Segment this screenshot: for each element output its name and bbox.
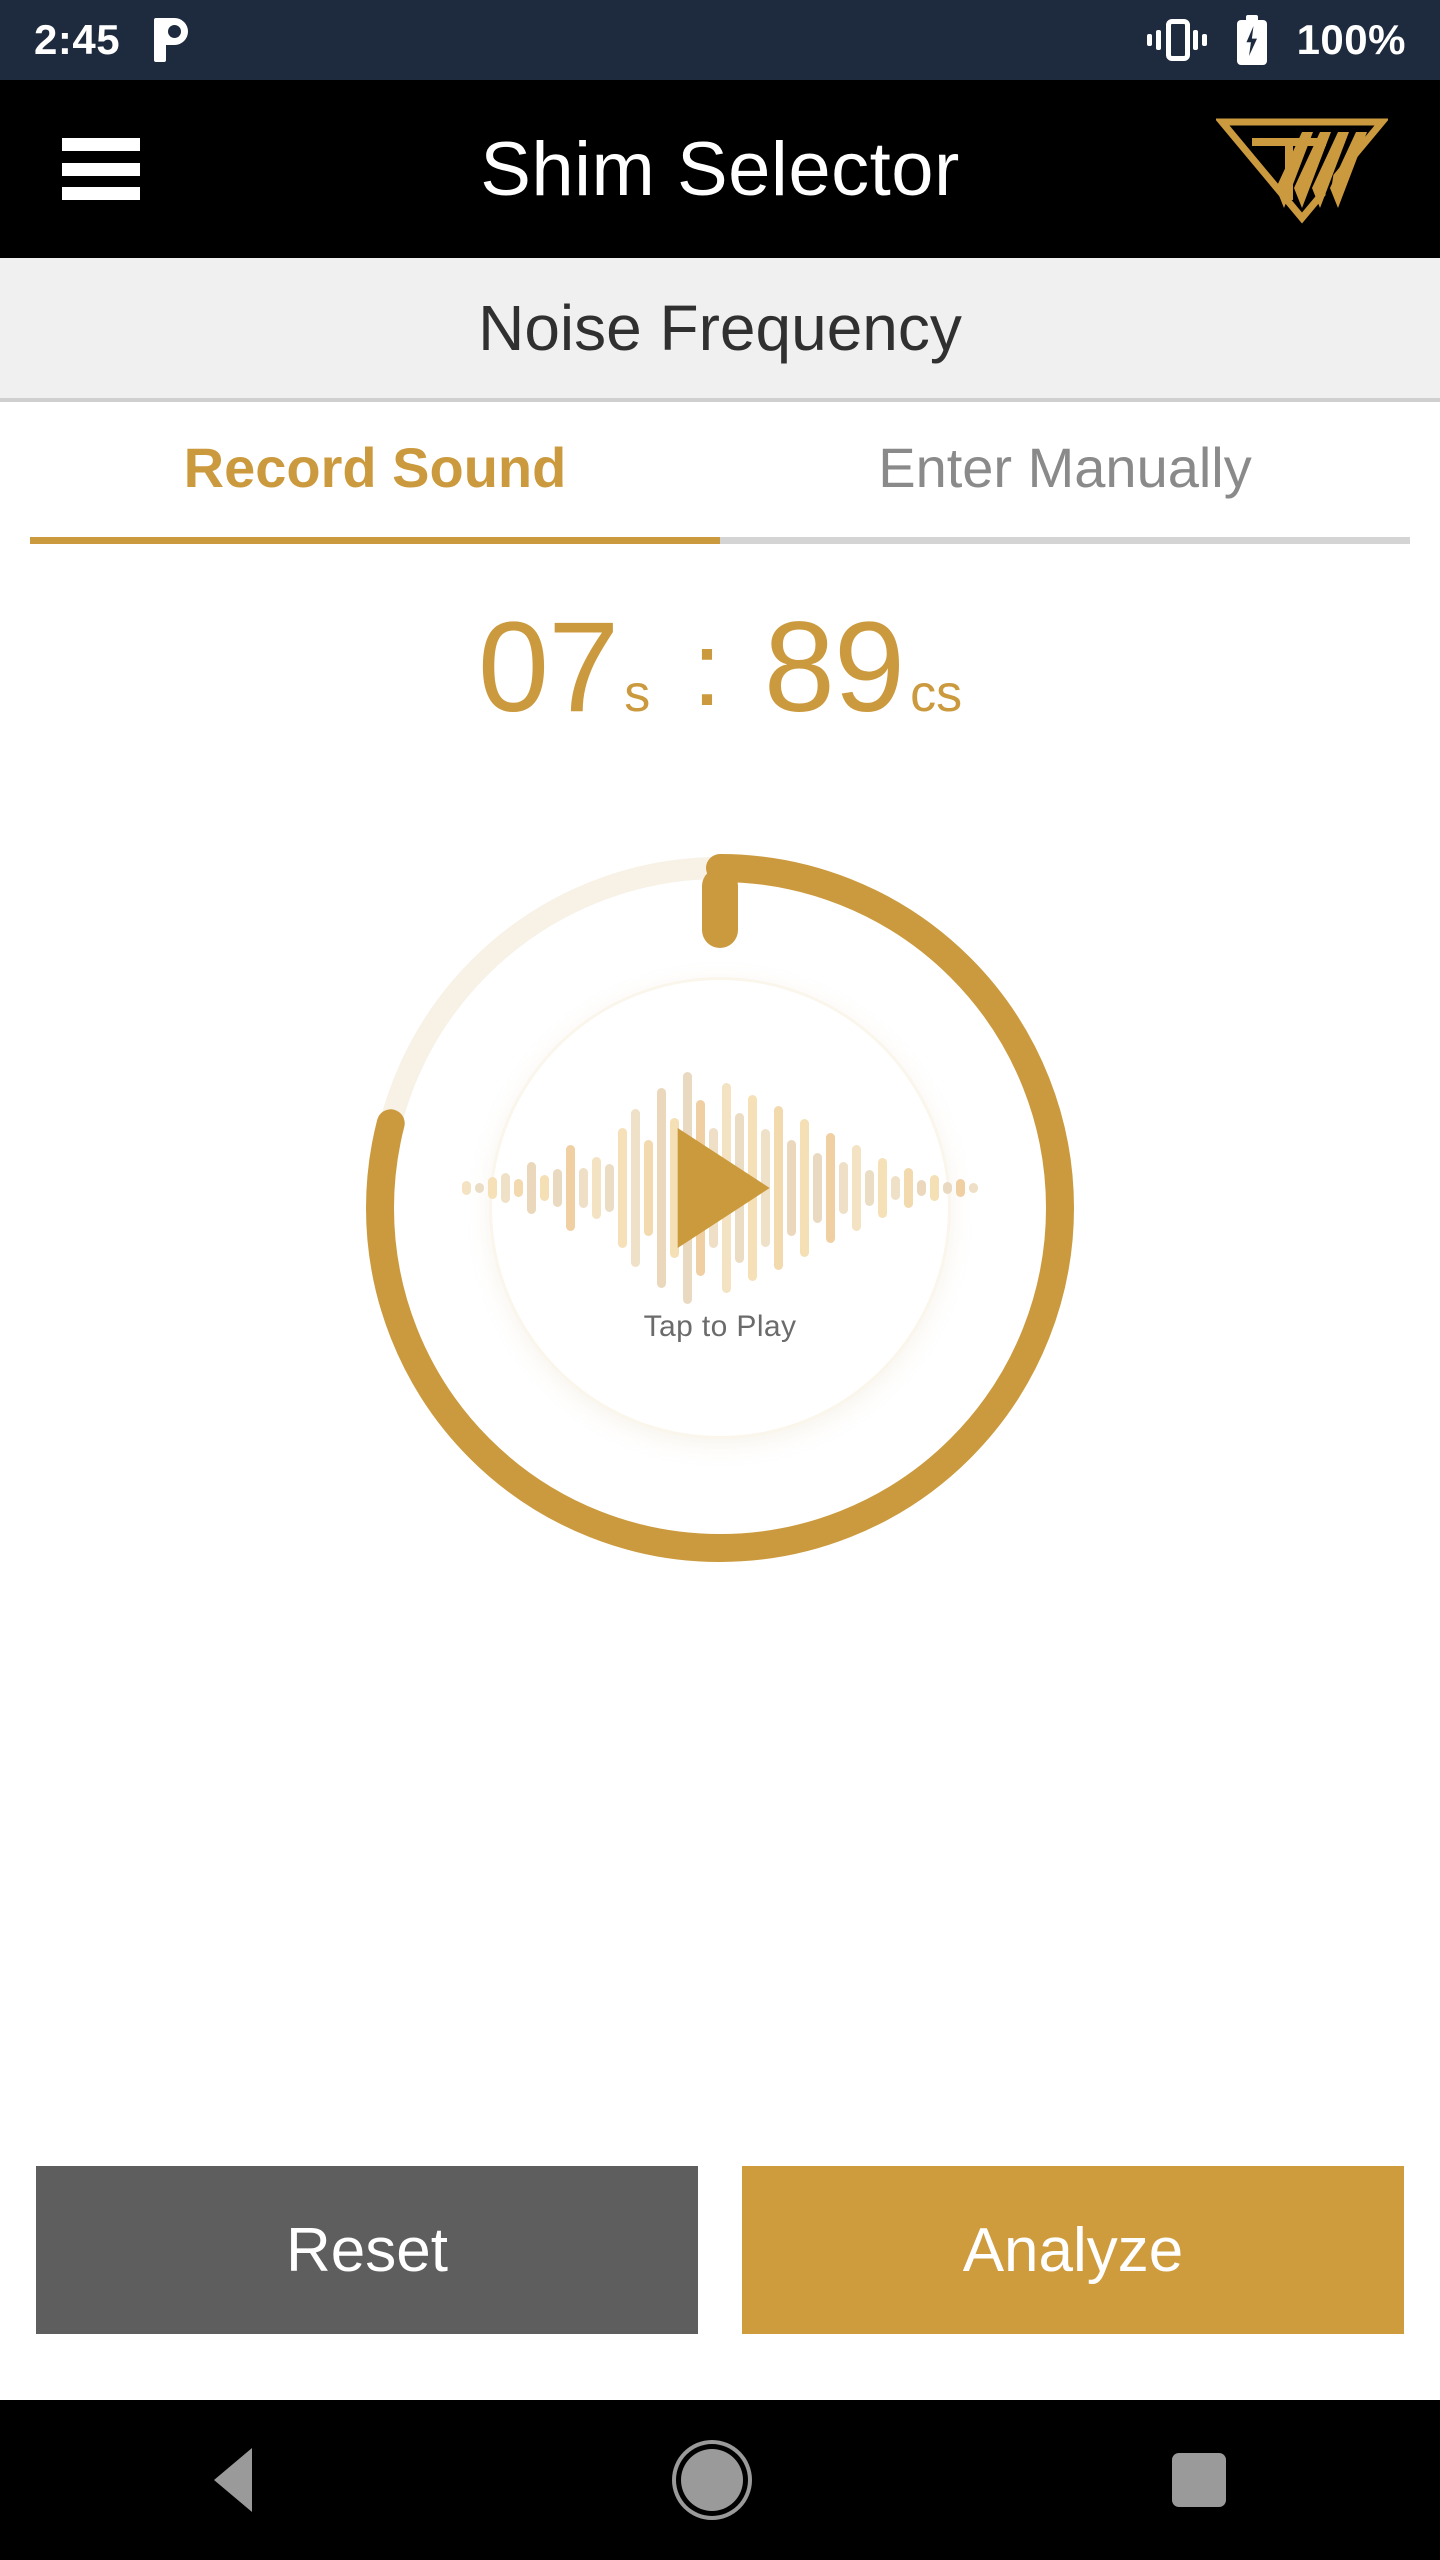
- hamburger-menu-icon[interactable]: [62, 138, 140, 200]
- status-bar-clock: 2:45: [34, 16, 121, 63]
- waveform-bar: [904, 1168, 913, 1208]
- tw-brand-logo-icon: [1214, 114, 1390, 224]
- tab-record-sound[interactable]: Record Sound: [30, 402, 720, 544]
- waveform-bar: [657, 1088, 666, 1288]
- waveform-bar: [917, 1180, 926, 1196]
- waveform-bar: [540, 1175, 549, 1201]
- audio-waveform-icon: [462, 1072, 978, 1304]
- status-bar-right: 100%: [1146, 15, 1406, 65]
- recording-timer: 07 s : 89 cs: [0, 604, 1440, 732]
- waveform-bar: [956, 1179, 965, 1197]
- waveform-bar: [566, 1145, 575, 1231]
- circular-progress-dial[interactable]: Tap to Play: [336, 824, 1104, 1592]
- waveform-bar: [969, 1183, 978, 1193]
- waveform-bar: [826, 1133, 835, 1243]
- section-header: Noise Frequency: [0, 258, 1440, 402]
- tap-to-play-label: Tap to Play: [643, 1310, 797, 1343]
- play-button[interactable]: Tap to Play: [462, 980, 978, 1436]
- timer-separator: :: [692, 610, 722, 728]
- waveform-bar: [618, 1128, 627, 1248]
- waveform-bar: [579, 1168, 588, 1208]
- waveform-bar: [605, 1164, 614, 1212]
- app-root: 2:45 100% Shim Selector Noise Frequency …: [0, 0, 1440, 2560]
- waveform-bar: [631, 1109, 640, 1267]
- waveform-bar: [527, 1162, 536, 1214]
- waveform-bar: [891, 1176, 900, 1200]
- dial-knob: [702, 868, 738, 948]
- section-title: Noise Frequency: [478, 292, 962, 364]
- waveform-bar: [475, 1183, 484, 1193]
- analyze-button[interactable]: Analyze: [742, 2166, 1404, 2334]
- timer-seconds: 07: [477, 596, 619, 739]
- waveform-bar: [462, 1181, 471, 1195]
- waveform-bar: [774, 1106, 783, 1270]
- recents-square-icon[interactable]: [1171, 2453, 1226, 2507]
- waveform-bar: [787, 1140, 796, 1236]
- home-circle-icon[interactable]: [680, 2449, 743, 2511]
- tab-enter-manually[interactable]: Enter Manually: [720, 402, 1410, 544]
- dial-container: Tap to Play: [0, 824, 1440, 1592]
- reset-button[interactable]: Reset: [36, 2166, 698, 2334]
- back-triangle-icon[interactable]: [214, 2448, 253, 2512]
- app-bar: Shim Selector: [0, 80, 1440, 258]
- waveform-bar: [553, 1169, 562, 1207]
- waveform-bar: [592, 1157, 601, 1219]
- action-button-row: Reset Analyze: [0, 2136, 1440, 2400]
- waveform-bar: [865, 1170, 874, 1206]
- waveform-bar: [813, 1153, 822, 1223]
- waveform-bar: [488, 1177, 497, 1199]
- battery-charging-icon: [1236, 15, 1267, 65]
- tab-bar: Record Sound Enter Manually: [0, 402, 1440, 544]
- timer-centiseconds-unit: cs: [910, 665, 963, 723]
- timer-seconds-unit: s: [624, 665, 651, 723]
- waveform-bar: [878, 1158, 887, 1218]
- waveform-bar: [800, 1119, 809, 1257]
- waveform-bar: [943, 1182, 952, 1194]
- waveform-bar: [514, 1179, 523, 1197]
- waveform-bar: [501, 1173, 510, 1203]
- main-content: 07 s : 89 cs Tap to Play Reset Analyze: [0, 544, 1440, 2400]
- waveform-bar: [852, 1145, 861, 1231]
- status-bar: 2:45 100%: [0, 0, 1440, 80]
- pandora-notification-icon: [154, 18, 189, 62]
- status-bar-left: 2:45: [34, 16, 189, 64]
- vibrate-icon: [1146, 17, 1207, 63]
- waveform-bar: [930, 1175, 939, 1201]
- timer-centiseconds: 89: [763, 596, 905, 739]
- waveform-bar: [839, 1162, 848, 1214]
- play-triangle-icon: [677, 1128, 770, 1248]
- tab-underline-active: [30, 537, 720, 544]
- battery-percent-label: 100%: [1296, 16, 1406, 63]
- android-navigation-bar: [0, 2400, 1440, 2560]
- waveform-bar: [644, 1140, 653, 1236]
